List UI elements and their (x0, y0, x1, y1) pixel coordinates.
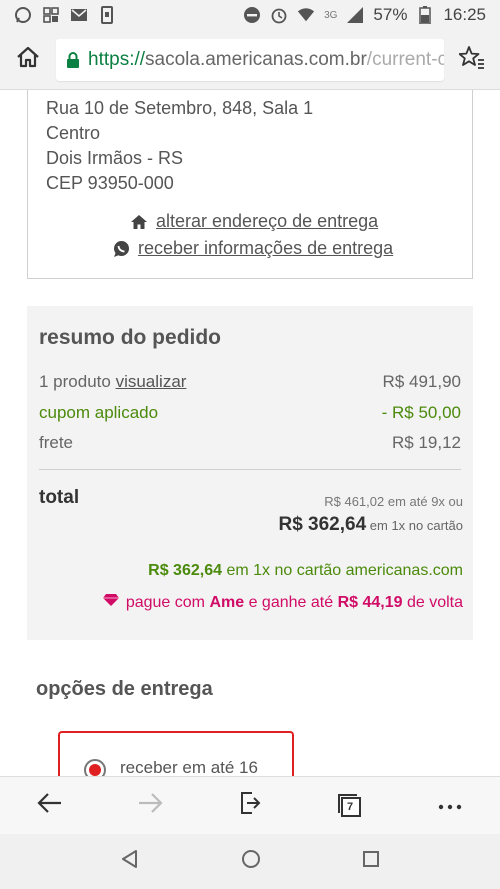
tabs-icon: 7 (337, 793, 363, 819)
address-street: Rua 10 de Setembro, 848, Sala 1 (46, 98, 314, 118)
ame-cashback-value: R$ 44,19 (337, 593, 403, 611)
home-icon (16, 46, 40, 73)
ame-diamond-icon (102, 593, 120, 612)
browser-address-bar: https:// sacola.americanas.com.br /curre… (0, 30, 500, 90)
whatsapp-link-label: receber informações de entrega (138, 238, 394, 258)
bookmarks-button[interactable] (444, 30, 500, 90)
card-value: R$ 362,64 (148, 562, 222, 579)
total-cash-line: R$ 362,64 em 1x no cartão (278, 514, 463, 536)
network-type: 3G (324, 9, 338, 21)
ame-brand: Ame (209, 593, 245, 611)
tabs-button[interactable]: 7 (322, 778, 378, 834)
nav-home-button[interactable] (241, 849, 261, 874)
address-zip: CEP 93950-000 (46, 173, 174, 193)
more-menu-button[interactable] (422, 778, 478, 834)
clock: 16:25 (443, 5, 486, 24)
lock-icon (66, 51, 80, 68)
nav-recents-button[interactable] (362, 850, 380, 873)
ame-suffix: de volta (406, 593, 463, 611)
alarm-icon (270, 6, 288, 24)
status-bar: 3G 57% 16:25 (0, 0, 500, 30)
email-notification-icon (70, 6, 88, 24)
store-card-line: R$ 362,64 em 1x no cartão americanas.com (148, 562, 463, 580)
share-icon (239, 790, 261, 821)
system-navigation-bar (0, 834, 500, 889)
forward-button[interactable] (122, 778, 178, 834)
home-button[interactable] (0, 30, 56, 90)
summary-divider (39, 469, 461, 470)
view-products-link[interactable]: visualizar (116, 372, 187, 391)
star-list-icon (458, 45, 485, 74)
products-label: 1 produto (39, 372, 111, 391)
delivery-option-label: receber em até 16 (120, 758, 258, 777)
circle-home-icon (241, 850, 260, 868)
ame-cashback-line: pague com Ame e ganhe até R$ 44,19 de vo… (102, 593, 463, 612)
url-path: /current-c (366, 48, 444, 70)
total-value: R$ 362,64 (278, 514, 367, 535)
order-summary: resumo do pedido 1 produto visualizar R$… (27, 306, 473, 640)
change-address-label: alterar endereço de entrega (156, 211, 379, 231)
home-icon (130, 214, 148, 230)
more-dots-icon (438, 797, 462, 815)
whatsapp-notification-icon (14, 6, 32, 24)
signal-icon (346, 6, 364, 24)
back-button[interactable] (22, 778, 78, 834)
battery-percent: 57% (373, 5, 408, 24)
whatsapp-delivery-info-link[interactable]: receber informações de entrega (112, 238, 393, 259)
share-button[interactable] (222, 778, 278, 834)
ame-middle: e ganhe até (248, 593, 334, 611)
tab-count: 7 (347, 800, 354, 813)
arrow-left-icon (37, 792, 63, 819)
coupon-value: - R$ 50,00 (381, 403, 461, 422)
products-row: 1 produto visualizar R$ 491,90 (39, 372, 461, 392)
address-city: Dois Irmãos - RS (46, 148, 184, 168)
ame-prefix: pague com (125, 593, 205, 611)
shipping-row: frete R$ 19,12 (39, 433, 461, 453)
total-label: total (39, 487, 80, 508)
gallery-notification-icon (42, 6, 60, 24)
products-value: R$ 491,90 (382, 372, 461, 391)
shipping-address-card: Rua 10 de Setembro, 848, Sala 1 Centro D… (27, 90, 473, 279)
coupon-row: cupom aplicado - R$ 50,00 (39, 403, 461, 423)
square-recents-icon (362, 851, 379, 867)
battery-icon (416, 6, 434, 24)
triangle-back-icon (122, 850, 138, 868)
do-not-disturb-icon (243, 6, 261, 24)
nav-back-button[interactable] (120, 849, 140, 874)
url-field[interactable]: https:// sacola.americanas.com.br /curre… (56, 38, 444, 81)
arrow-right-icon (137, 792, 163, 819)
wifi-icon (297, 6, 315, 24)
shipping-label: frete (39, 433, 74, 452)
delivery-options-title: opções de entrega (36, 678, 213, 700)
address-district: Centro (46, 123, 101, 143)
shipping-value: R$ 19,12 (392, 433, 461, 452)
products-label-group: 1 produto visualizar (39, 372, 186, 392)
coupon-label: cupom aplicado (39, 403, 159, 422)
summary-title: resumo do pedido (39, 326, 222, 349)
whatsapp-icon (112, 240, 130, 258)
card-suffix: em 1x no cartão americanas.com (226, 562, 463, 579)
url-host: sacola.americanas.com.br (145, 48, 367, 70)
total-suffix: em 1x no cartão (369, 518, 463, 533)
browser-toolbar: 7 (0, 776, 500, 834)
phone-notification-icon (98, 6, 116, 24)
installments-text: R$ 461,02 em até 9x ou (324, 494, 463, 509)
url-scheme: https:// (88, 48, 146, 70)
change-address-link[interactable]: alterar endereço de entrega (130, 211, 378, 232)
